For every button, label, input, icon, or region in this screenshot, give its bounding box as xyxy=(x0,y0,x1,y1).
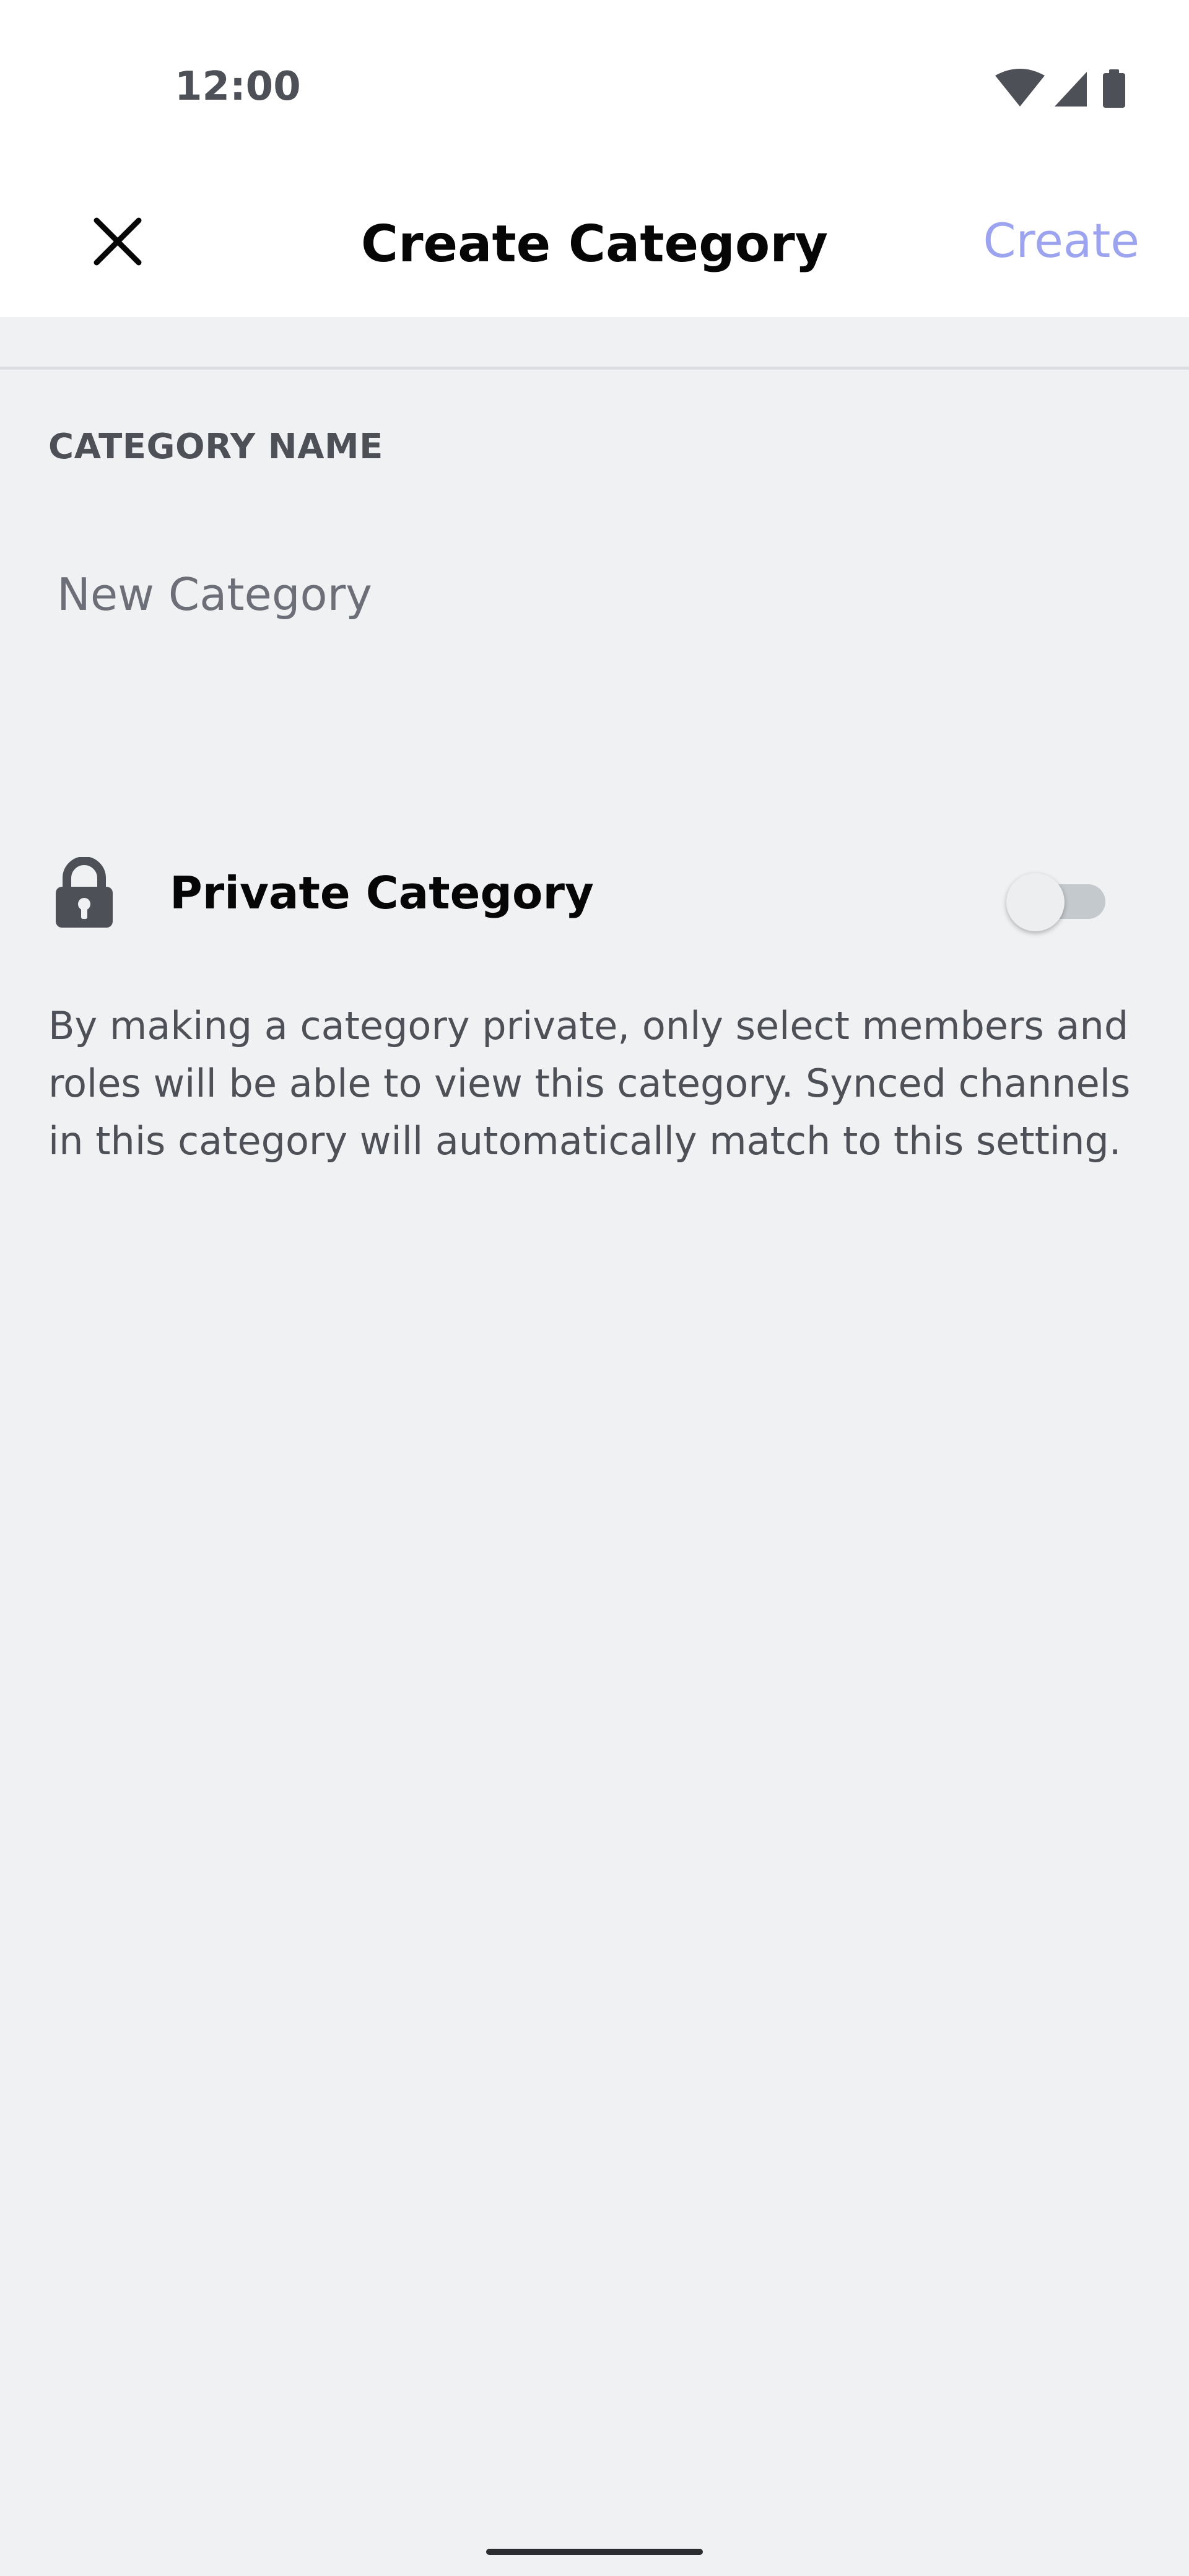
status-time: 12:00 xyxy=(175,64,301,110)
private-category-description: By making a category private, only selec… xyxy=(48,1003,1131,1164)
status-bar: 12:00 xyxy=(0,0,1189,173)
private-category-toggle[interactable] xyxy=(1006,867,1110,931)
category-name-input[interactable] xyxy=(48,545,1141,644)
private-category-label: Private Category xyxy=(170,867,594,919)
wifi-icon xyxy=(995,69,1045,107)
lock-icon xyxy=(53,857,115,929)
toggle-thumb xyxy=(1006,873,1065,931)
battery-icon xyxy=(1103,69,1125,108)
header-divider xyxy=(0,367,1189,370)
create-button[interactable]: Create xyxy=(983,207,1139,275)
cellular-signal-icon xyxy=(1055,72,1087,107)
home-indicator[interactable] xyxy=(486,2549,703,2555)
status-icons xyxy=(994,67,1136,114)
category-name-label: CATEGORY NAME xyxy=(48,427,383,467)
app-bar: Create Category Create xyxy=(0,173,1189,317)
private-category-row[interactable]: Private Category xyxy=(0,830,1189,954)
